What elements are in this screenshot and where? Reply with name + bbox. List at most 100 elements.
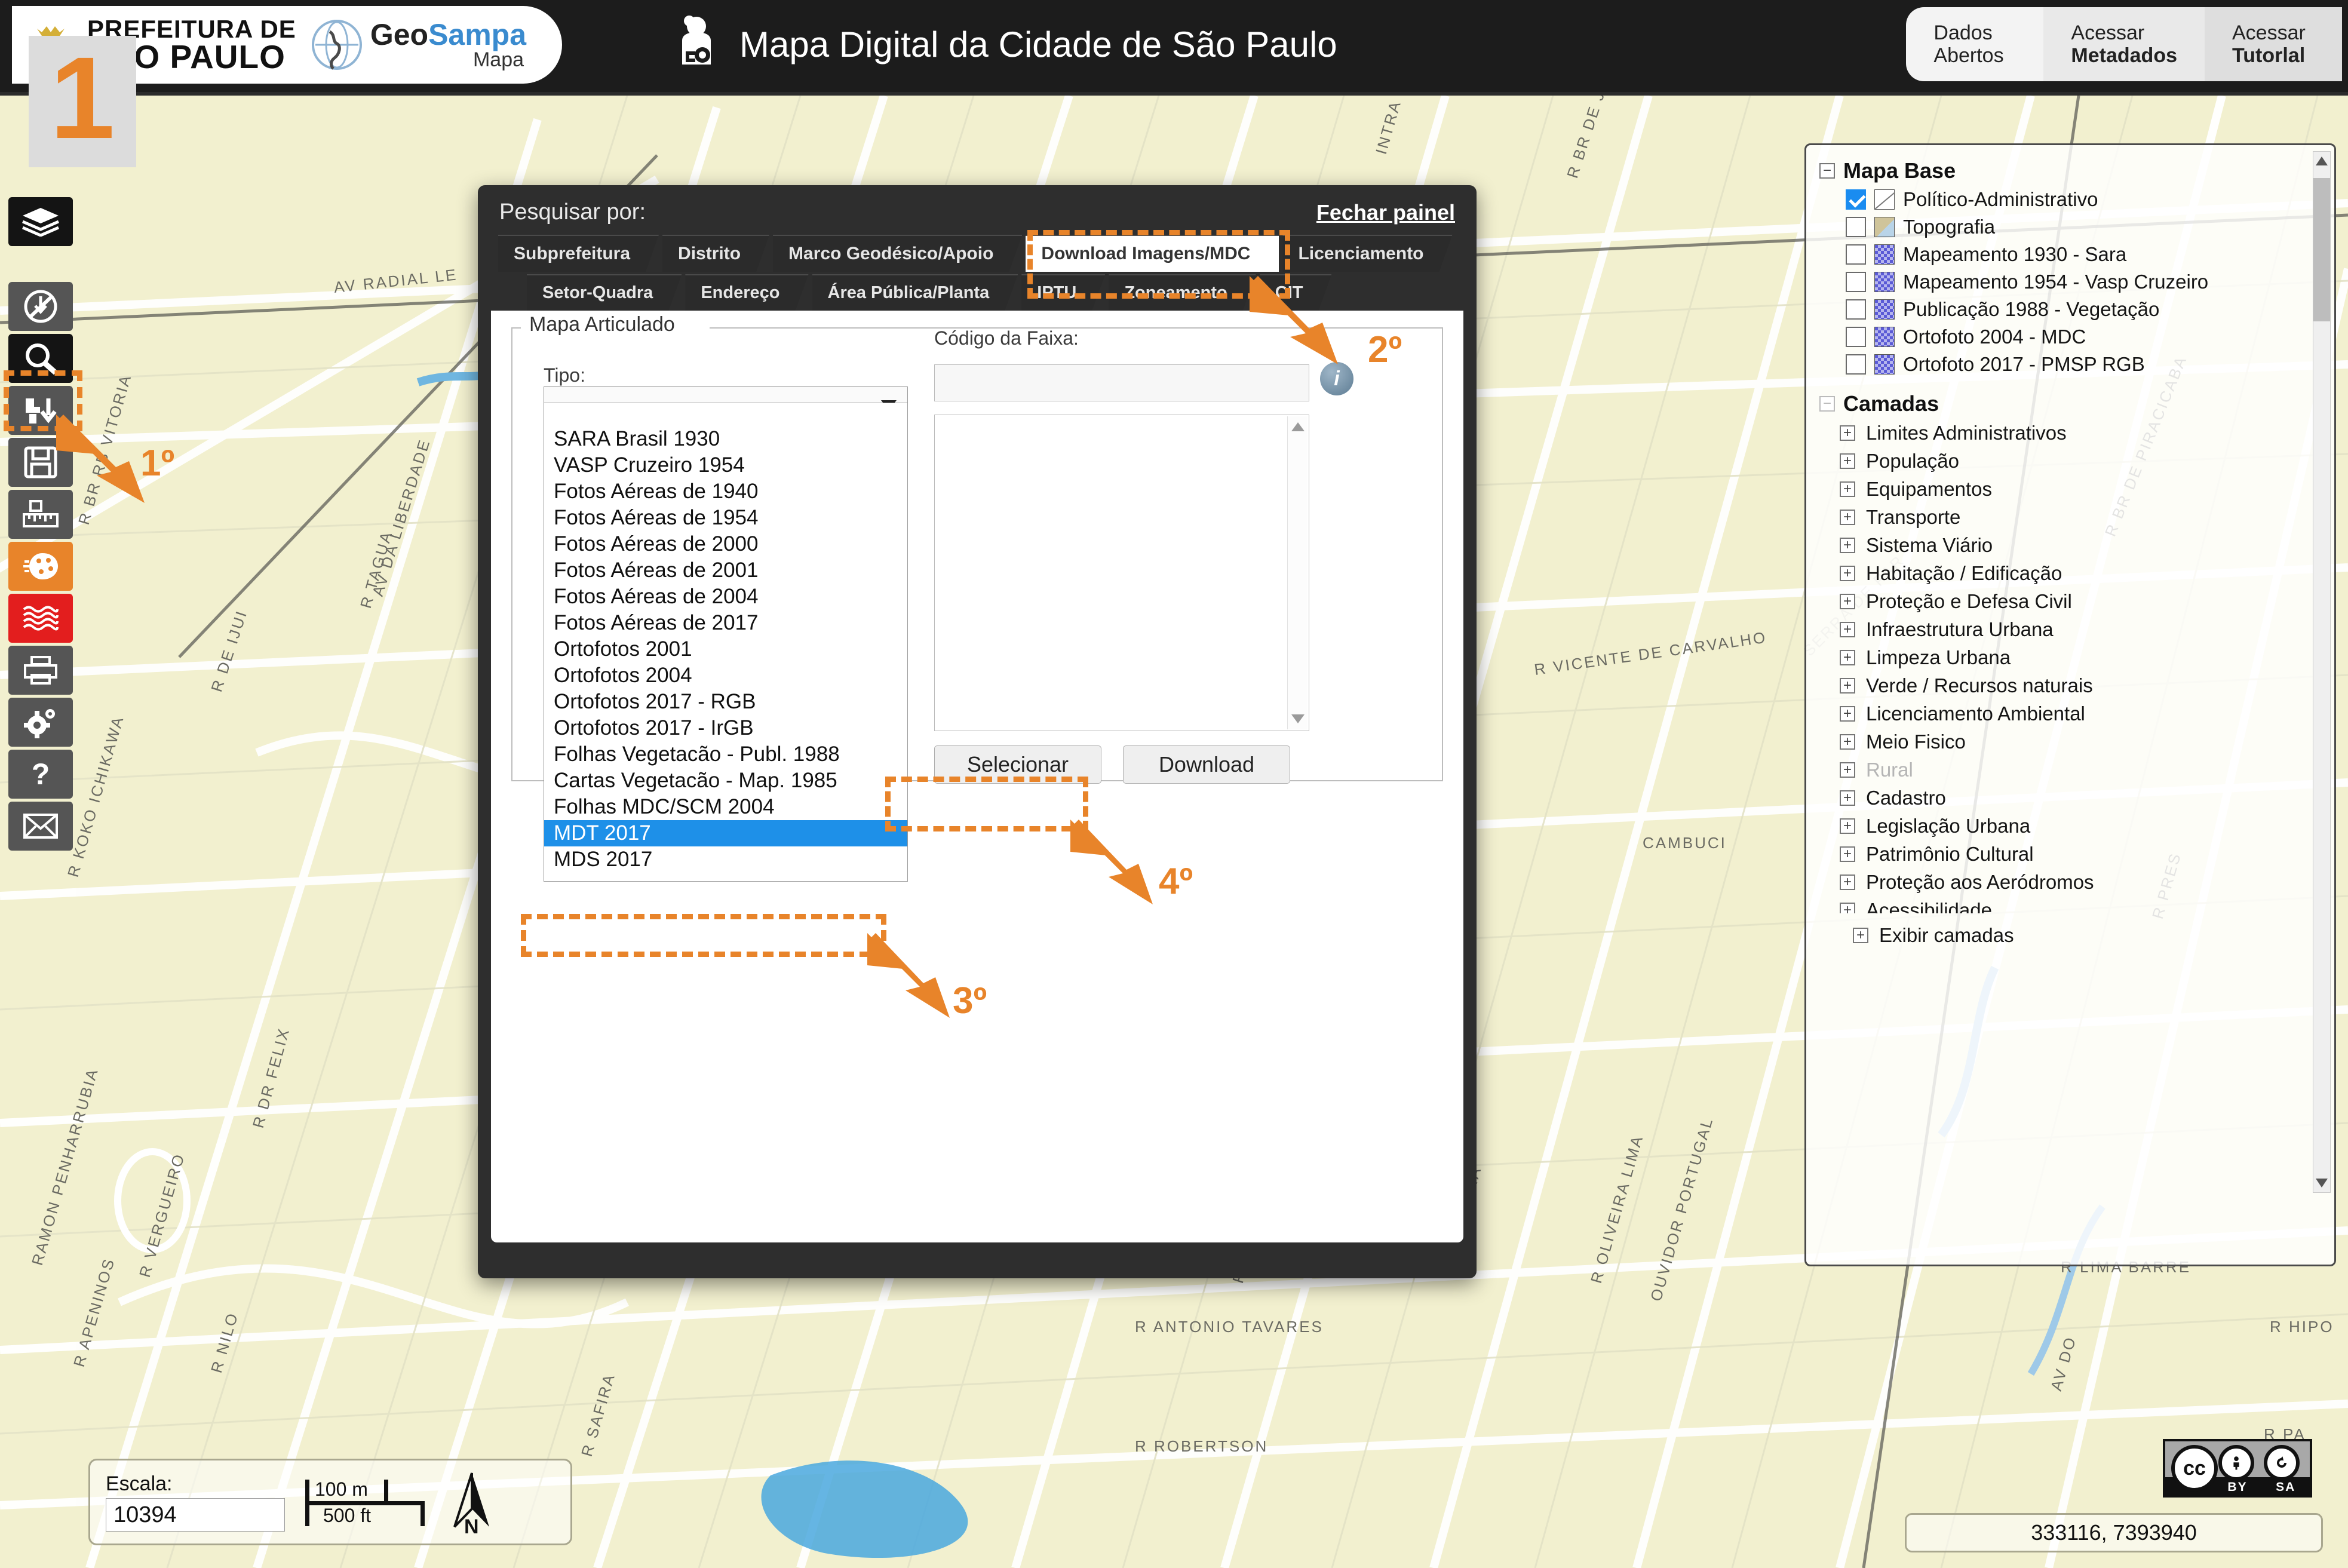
option-item[interactable]: Fotos Aéreas de 2000 bbox=[544, 531, 907, 557]
checkbox[interactable] bbox=[1846, 272, 1866, 292]
tab-subprefeitura[interactable]: Subprefeitura bbox=[498, 235, 659, 272]
tab-licenciamento[interactable]: Licenciamento bbox=[1282, 235, 1452, 272]
option-item[interactable]: VASP Cruzeiro 1954 bbox=[544, 452, 907, 478]
layer-meio-fisico[interactable]: + Meio Fisico bbox=[1840, 731, 2325, 753]
scale-input[interactable]: 10394 bbox=[106, 1498, 285, 1532]
group-mapa-base[interactable]: − Mapa Base bbox=[1819, 158, 2325, 183]
expand-icon[interactable]: + bbox=[1840, 510, 1855, 525]
expand-icon[interactable]: + bbox=[1840, 650, 1855, 665]
expand-icon[interactable]: + bbox=[1840, 453, 1855, 469]
option-item[interactable]: Fotos Aéreas de 1940 bbox=[544, 478, 907, 505]
option-item[interactable]: Folhas Vegetacão - Publ. 1988 bbox=[544, 741, 907, 768]
menu-acessar-tutorial[interactable]: Acessar Tutorlal bbox=[2205, 7, 2342, 81]
base-layer-mapeamento-1954[interactable]: Mapeamento 1954 - Vasp Cruzeiro bbox=[1846, 271, 2325, 293]
expand-icon[interactable]: + bbox=[1840, 734, 1855, 750]
expand-icon[interactable]: + bbox=[1840, 425, 1855, 441]
tab-marco-geodesico[interactable]: Marco Geodésico/Apoio bbox=[773, 235, 1022, 272]
layer-populacao[interactable]: + População bbox=[1840, 450, 2325, 472]
base-layer-mapeamento-1930[interactable]: Mapeamento 1930 - Sara bbox=[1846, 243, 2325, 266]
expand-icon[interactable]: + bbox=[1840, 594, 1855, 609]
checkbox[interactable] bbox=[1846, 354, 1866, 375]
expand-icon[interactable]: + bbox=[1840, 538, 1855, 553]
layers-icon[interactable] bbox=[8, 197, 73, 246]
expand-icon[interactable]: + bbox=[1840, 903, 1855, 913]
layer-patrimonio-cultural[interactable]: + Patrimônio Cultural bbox=[1840, 843, 2325, 866]
expand-icon[interactable]: + bbox=[1840, 706, 1855, 722]
expand-icon[interactable]: + bbox=[1840, 846, 1855, 862]
option-item[interactable]: Fotos Aéreas de 2017 bbox=[544, 610, 907, 636]
tab-setor-quadra[interactable]: Setor-Quadra bbox=[527, 274, 682, 311]
results-listbox[interactable] bbox=[934, 415, 1309, 731]
tab-distrito[interactable]: Distrito bbox=[662, 235, 769, 272]
option-item[interactable]: Ortofotos 2001 bbox=[544, 636, 907, 662]
layer-infraestrutura-urbana[interactable]: + Infraestrutura Urbana bbox=[1840, 618, 2325, 641]
layer-transporte[interactable]: + Transporte bbox=[1840, 506, 2325, 529]
expand-icon[interactable]: + bbox=[1840, 566, 1855, 581]
scrollbar-thumb[interactable] bbox=[2313, 178, 2330, 321]
layer-verde-recursos-naturais[interactable]: + Verde / Recursos naturais bbox=[1840, 674, 2325, 697]
option-item[interactable]: SARA Brasil 1930 bbox=[544, 426, 907, 452]
expand-icon[interactable]: + bbox=[1840, 790, 1855, 806]
option-item-selected[interactable]: MDT 2017 bbox=[544, 820, 907, 846]
base-layer-publicacao-1988[interactable]: Publicação 1988 - Vegetação bbox=[1846, 298, 2325, 321]
menu-dados-abertos[interactable]: Dados Abertos bbox=[1906, 7, 2044, 81]
heatmap-icon[interactable] bbox=[8, 594, 73, 643]
layer-cadastro[interactable]: + Cadastro bbox=[1840, 787, 2325, 809]
download-button[interactable]: Download bbox=[1123, 745, 1290, 784]
layer-rural[interactable]: + Rural bbox=[1840, 759, 2325, 781]
tab-area-publica-planta[interactable]: Área Pública/Planta bbox=[812, 274, 1018, 311]
option-item[interactable]: Ortofotos 2017 - IrGB bbox=[544, 715, 907, 741]
checkbox[interactable] bbox=[1846, 299, 1866, 320]
expand-icon[interactable]: + bbox=[1840, 622, 1855, 637]
expand-icon[interactable]: + bbox=[1840, 762, 1855, 778]
gear-icon[interactable] bbox=[8, 698, 73, 747]
expand-icon[interactable]: + bbox=[1840, 678, 1855, 694]
option-item[interactable]: MDS 2017 bbox=[544, 846, 907, 873]
no-entry-icon[interactable] bbox=[8, 282, 73, 331]
palette-icon[interactable] bbox=[8, 542, 73, 591]
collapse-icon[interactable]: − bbox=[1819, 396, 1835, 412]
layer-protecao-defesa-civil[interactable]: + Proteção e Defesa Civil bbox=[1840, 590, 2325, 613]
collapse-icon[interactable]: − bbox=[1819, 163, 1835, 179]
expand-icon[interactable]: + bbox=[1853, 928, 1868, 943]
base-layer-topografia[interactable]: Topografia bbox=[1846, 216, 2325, 238]
checkbox[interactable] bbox=[1846, 244, 1866, 265]
layer-equipamentos[interactable]: + Equipamentos bbox=[1840, 478, 2325, 501]
exibir-camadas-row[interactable]: + Exibir camadas bbox=[1853, 924, 2325, 947]
layer-habitacao-edificacao[interactable]: + Habitação / Edificação bbox=[1840, 562, 2325, 585]
help-icon[interactable]: ? bbox=[8, 750, 73, 799]
option-item[interactable]: Fotos Aéreas de 2004 bbox=[544, 584, 907, 610]
geosampa-logo[interactable]: GeoSampa Mapa bbox=[311, 20, 526, 70]
layer-sistema-viario[interactable]: + Sistema Viário bbox=[1840, 534, 2325, 557]
option-item[interactable]: Folhas MDC/SCM 2004 bbox=[544, 794, 907, 820]
base-layer-ortofoto-2004[interactable]: Ortofoto 2004 - MDC bbox=[1846, 326, 2325, 348]
mail-icon[interactable] bbox=[8, 802, 73, 851]
print-icon[interactable] bbox=[8, 646, 73, 695]
expand-icon[interactable]: + bbox=[1840, 874, 1855, 890]
layer-limpeza-urbana[interactable]: + Limpeza Urbana bbox=[1840, 646, 2325, 669]
tipo-options-dropdown[interactable]: SARA Brasil 1930 VASP Cruzeiro 1954 Foto… bbox=[544, 403, 908, 882]
option-item[interactable]: Ortofotos 2017 - RGB bbox=[544, 689, 907, 715]
scroll-up-icon[interactable] bbox=[2316, 157, 2328, 165]
layers-scrollbar[interactable] bbox=[2313, 151, 2331, 1193]
results-scrollbar[interactable] bbox=[1287, 416, 1307, 729]
option-item[interactable]: Ortofotos 2004 bbox=[544, 662, 907, 689]
base-layer-ortofoto-2017[interactable]: Ortofoto 2017 - PMSP RGB bbox=[1846, 353, 2325, 376]
checkbox[interactable] bbox=[1846, 189, 1866, 210]
expand-icon[interactable]: + bbox=[1840, 481, 1855, 497]
layer-protecao-aerodromos[interactable]: + Proteção aos Aeródromos bbox=[1840, 871, 2325, 894]
group-camadas[interactable]: − Camadas bbox=[1819, 391, 2325, 416]
checkbox[interactable] bbox=[1846, 327, 1866, 347]
menu-acessar-metadados[interactable]: Acessar Metadados bbox=[2043, 7, 2205, 81]
scroll-down-icon[interactable] bbox=[1291, 714, 1305, 723]
layer-legislacao-urbana[interactable]: + Legislação Urbana bbox=[1840, 815, 2325, 837]
creative-commons-badge[interactable]: cc BY SA bbox=[2163, 1439, 2312, 1498]
base-layer-politico-administrativo[interactable]: Político-Administrativo bbox=[1846, 188, 2325, 211]
scroll-down-icon[interactable] bbox=[2316, 1179, 2328, 1187]
checkbox[interactable] bbox=[1846, 217, 1866, 237]
option-item[interactable]: Fotos Aéreas de 2001 bbox=[544, 557, 907, 584]
expand-icon[interactable]: + bbox=[1840, 818, 1855, 834]
scroll-up-icon[interactable] bbox=[1291, 422, 1305, 431]
layer-licenciamento-ambiental[interactable]: + Licenciamento Ambiental bbox=[1840, 702, 2325, 725]
layer-limites-administrativos[interactable]: + Limites Administrativos bbox=[1840, 422, 2325, 444]
